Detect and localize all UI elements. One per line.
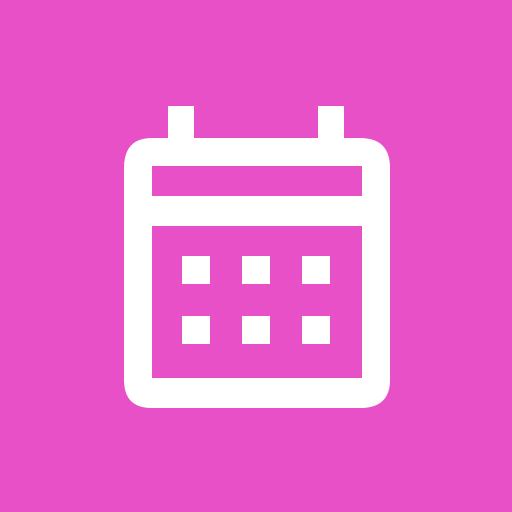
calendar-icon	[124, 106, 390, 408]
app-icon-tile[interactable]	[0, 0, 512, 512]
